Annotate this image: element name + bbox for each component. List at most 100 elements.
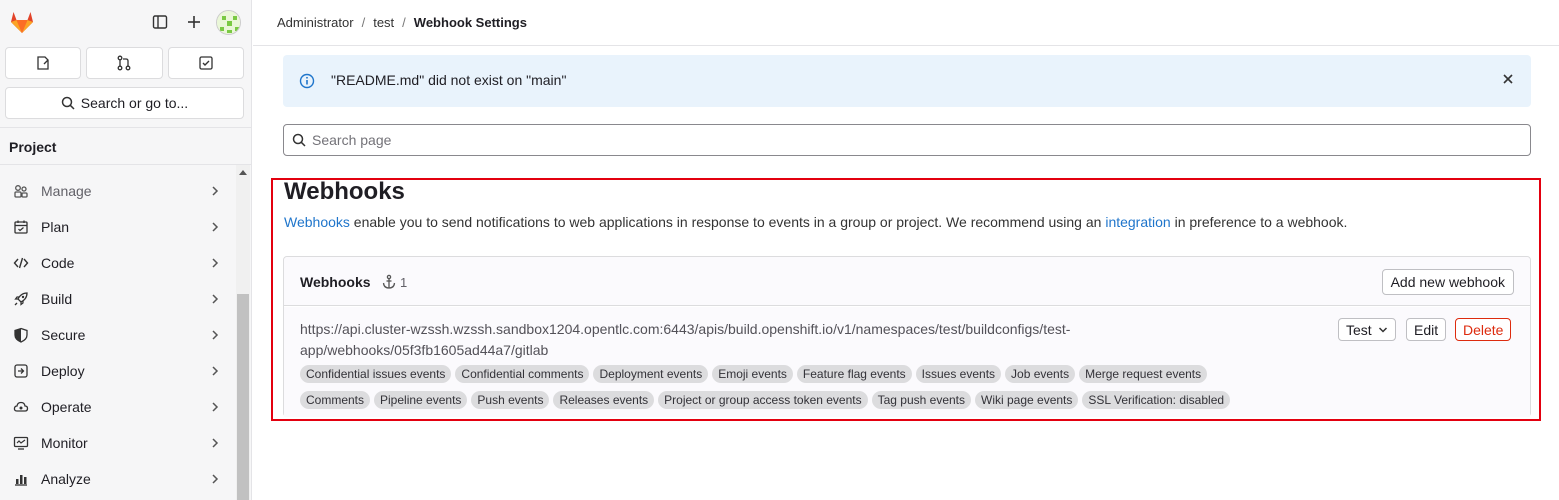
sidebar: Search or go to... Project Manage Plan C… [0,0,252,500]
users-icon [12,182,30,200]
user-avatar[interactable] [216,10,241,35]
sidebar-item-analyze[interactable]: Analyze [0,461,236,497]
edit-webhook-button[interactable]: Edit [1406,318,1447,341]
event-tag: Deployment events [593,365,709,383]
sidebar-item-code[interactable]: Code [0,245,236,281]
quick-actions [5,47,244,79]
chevron-right-icon [210,436,220,452]
test-label: Test [1346,321,1372,338]
divider [0,127,252,128]
chevron-right-icon [210,472,220,488]
webhooks-card: Webhooks 1 Add new webhook https://api.c… [283,256,1531,417]
description-text-end: in preference to a webhook. [1170,214,1348,230]
sidebar-item-label: Plan [41,219,70,235]
event-tag: Job events [1005,365,1076,383]
gitlab-logo-icon[interactable] [9,10,35,34]
event-tag: Wiki page events [975,391,1079,409]
event-tag: Confidential comments [455,365,590,383]
sidebar-item-secure[interactable]: Secure [0,317,236,353]
breadcrumb-item-test[interactable]: test [373,15,394,30]
page-title: Webhooks [284,178,405,205]
event-tag: Comments [300,391,371,409]
chevron-right-icon [210,256,220,272]
breadcrumb-item-administrator[interactable]: Administrator [277,15,354,30]
todo-button[interactable] [167,47,244,79]
section-label: Project [9,139,57,155]
webhooks-card-header: Webhooks 1 Add new webhook [284,257,1530,306]
search-icon [292,133,306,147]
deploy-icon [12,362,30,380]
scroll-up-arrow-icon[interactable] [239,170,247,175]
sidebar-item-monitor[interactable]: Monitor [0,425,236,461]
toggle-sidebar-icon[interactable] [149,11,171,33]
chevron-right-icon [210,400,220,416]
test-dropdown-button[interactable]: Test [1338,318,1396,341]
delete-webhook-button[interactable]: Delete [1455,318,1512,341]
info-alert: "README.md" did not exist on "main" [283,55,1531,107]
breadcrumb: Administrator / test / Webhook Settings [277,15,527,30]
chevron-right-icon [210,364,220,380]
event-tag: Push events [471,391,550,409]
add-new-webhook-button[interactable]: Add new webhook [1381,269,1514,295]
event-tag: Tag push events [871,391,972,409]
sidebar-item-label: Analyze [41,471,91,487]
issues-icon [37,56,49,70]
search-page-field [283,124,1531,156]
divider [0,164,252,165]
code-icon [12,254,30,272]
webhook-count: 1 [381,274,407,290]
sidebar-item-manage[interactable]: Manage [0,173,236,209]
search-page-input[interactable] [312,132,1412,148]
sidebar-item-label: Build [41,291,73,307]
issues-button[interactable] [5,47,82,79]
webhooks-docs-link[interactable]: Webhooks [284,214,350,230]
breadcrumb-separator: / [361,15,366,30]
sidebar-item-deploy[interactable]: Deploy [0,353,236,389]
calendar-icon [12,218,30,236]
info-icon [299,73,315,92]
merge-requests-button[interactable] [86,47,163,79]
chart-icon [12,470,30,488]
cloud-gear-icon [12,398,30,416]
event-tag: Project or group access token events [658,391,868,409]
webhook-url: https://api.cluster-wzssh.wzssh.sandbox1… [300,321,1071,358]
sidebar-item-label: Manage [41,183,92,199]
event-tag: Releases events [553,391,655,409]
integration-link[interactable]: integration [1105,214,1170,230]
create-new-icon[interactable] [183,11,205,33]
sidebar-item-plan[interactable]: Plan [0,209,236,245]
search-or-go-to-button[interactable]: Search or go to... [5,87,244,119]
shield-icon [12,326,30,344]
event-tag: Emoji events [712,365,793,383]
todo-icon [199,56,213,70]
chevron-down-icon [1378,326,1387,333]
sidebar-item-build[interactable]: Build [0,281,236,317]
alert-text: "README.md" did not exist on "main" [331,72,567,88]
close-icon[interactable] [1501,72,1515,89]
event-tag: Feature flag events [796,365,912,383]
webhook-event-tags: Confidential issues events Confidential … [300,365,1290,409]
webhooks-description: Webhooks enable you to send notification… [284,214,1347,230]
webhook-row: https://api.cluster-wzssh.wzssh.sandbox1… [284,307,1530,417]
search-icon [61,96,75,110]
sidebar-header [0,0,252,44]
webhook-count-value: 1 [400,274,408,290]
breadcrumb-separator: / [402,15,406,30]
sidebar-item-label: Code [41,255,75,271]
scrollbar-thumb[interactable] [237,294,249,500]
sidebar-item-operate[interactable]: Operate [0,389,236,425]
chevron-right-icon [210,328,220,344]
chevron-right-icon [210,184,220,200]
description-text: enable you to send notifications to web … [349,214,1106,230]
merge-request-icon [118,55,131,71]
sidebar-item-label: Deploy [41,363,85,379]
event-tag: Pipeline events [374,391,468,409]
card-title: Webhooks [300,274,371,290]
rocket-icon [12,290,30,308]
sidebar-nav: Manage Plan Code Build Secure Deploy Ope… [0,173,236,497]
anchor-icon [382,274,396,289]
chevron-right-icon [210,220,220,236]
breadcrumb-current[interactable]: Webhook Settings [414,15,527,30]
sidebar-item-label: Secure [41,327,86,343]
ssl-verification-tag: SSL Verification: disabled [1082,391,1231,409]
